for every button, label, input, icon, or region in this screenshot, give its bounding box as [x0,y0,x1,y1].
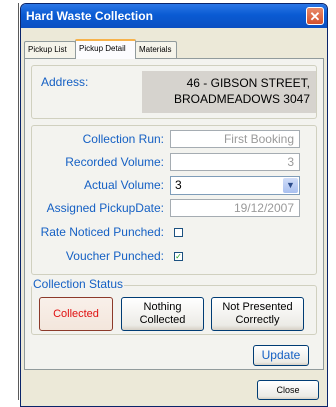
address-line-2: BROADMEADOWS 3047 [173,92,310,106]
tab-pickup-detail[interactable]: Pickup Detail [75,39,136,59]
rate-noticed-punched-checkbox[interactable] [174,228,183,237]
voucher-punched-label: Voucher Punched: [65,249,164,263]
assigned-pickup-date-field[interactable]: 19/12/2007 [170,199,300,217]
window-title: Hard Waste Collection [26,9,153,23]
address-line-1: 46 - GIBSON STREET, [186,76,310,90]
nothing-collected-line-2: Collected [139,314,186,326]
recorded-volume-field[interactable]: 3 [170,153,300,171]
assigned-pickup-date-label: Assigned PickupDate: [46,201,164,215]
collection-run-label: Collection Run: [82,132,164,146]
address-value: 46 - GIBSON STREET, BROADMEADOWS 3047 [142,71,316,113]
address-group: Address: 46 - GIBSON STREET, BROADMEADOW… [31,65,317,119]
voucher-punched-checkbox[interactable]: ✓ [174,252,183,261]
actual-volume-value: 3 [175,178,182,192]
collected-button[interactable]: Collected [39,297,113,331]
chevron-down-icon[interactable]: ▼ [283,178,298,193]
title-bar[interactable]: Hard Waste Collection ✕ [21,4,327,28]
tab-materials[interactable]: Materials [135,41,177,58]
nothing-collected-line-1: Nothing [143,301,182,313]
left-edge-line [18,3,19,400]
details-group: Collection Run: First Booking Recorded V… [31,125,317,275]
pickup-detail-panel: Address: 46 - GIBSON STREET, BROADMEADOW… [24,58,324,370]
tab-pickup-list[interactable]: Pickup List [24,41,76,58]
update-button[interactable]: Update [253,345,309,366]
not-presented-line-2: Correctly [235,314,280,326]
close-window-button[interactable]: ✕ [306,7,324,25]
close-button[interactable]: Close [257,380,319,400]
collection-status-legend: Collection Status [32,277,125,291]
not-presented-line-1: Not Presented [222,301,293,313]
dialog-window: Hard Waste Collection ✕ Pickup List Pick… [20,3,328,407]
recorded-volume-label: Recorded Volume: [65,155,164,169]
actual-volume-select[interactable]: 3 ▼ [170,176,300,195]
nothing-collected-button[interactable]: Nothing Collected [121,297,204,331]
collection-run-field[interactable]: First Booking [170,130,300,148]
not-presented-correctly-button[interactable]: Not Presented Correctly [211,297,304,331]
rate-noticed-punched-label: Rate Noticed Punched: [40,225,164,239]
address-label: Address: [41,75,89,89]
actual-volume-label: Actual Volume: [83,178,164,192]
